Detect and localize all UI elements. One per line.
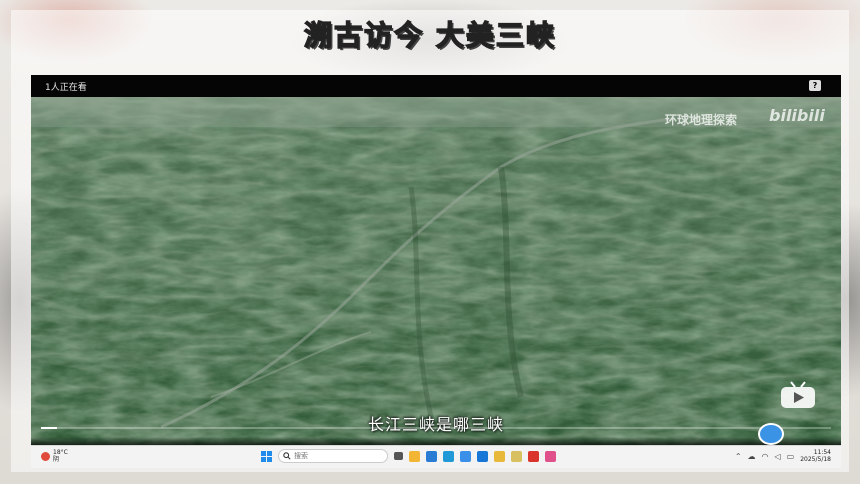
slide-title: 溯古访今 大美三峡 xyxy=(303,18,556,52)
app-icon-yellow[interactable] xyxy=(511,450,522,462)
system-tray: ⌃ ☁ ◠ ◁ ▭ 11:54 2025/5/18 xyxy=(735,449,831,463)
satellite-terrain-frame xyxy=(31,97,841,445)
app-icon-pink[interactable] xyxy=(545,450,556,462)
video-progress-bar[interactable] xyxy=(41,427,831,429)
weather-temperature: 18°C xyxy=(53,449,68,456)
weather-icon xyxy=(41,451,50,461)
weather-widget[interactable]: 18°C 阴 xyxy=(41,449,68,463)
windows-taskbar: 18°C 阴 ⌃ ☁ ◠ ◁ ▭ 11:54 2025/5/18 xyxy=(31,445,841,468)
task-view-icon[interactable] xyxy=(394,452,403,460)
video-player[interactable]: 1人正在看 ? 环球地理探索 bilibili 长江三峡是哪三峡 xyxy=(31,75,841,445)
video-subtitle: 长江三峡是哪三峡 xyxy=(367,415,504,434)
windows-start-icon[interactable] xyxy=(261,450,272,462)
battery-icon[interactable]: ▭ xyxy=(787,452,795,461)
tv-icon[interactable] xyxy=(779,380,817,410)
taskbar-search-input[interactable] xyxy=(294,452,374,460)
app-icon-blue[interactable] xyxy=(460,450,471,462)
video-progress-fill xyxy=(41,427,57,429)
chevron-up-icon[interactable]: ⌃ xyxy=(735,452,742,461)
file-explorer-icon[interactable] xyxy=(409,450,420,462)
cloud-icon[interactable]: ☁ xyxy=(748,452,756,461)
taskbar-center xyxy=(261,449,556,463)
help-icon[interactable]: ? xyxy=(809,80,821,91)
clock-date: 2025/5/18 xyxy=(800,456,831,463)
clock-time: 11:54 xyxy=(813,449,831,456)
photos-icon[interactable] xyxy=(426,450,437,462)
bilibili-logo: bilibili xyxy=(769,106,825,125)
taskbar-clock[interactable]: 11:54 2025/5/18 xyxy=(800,449,831,463)
weather-description: 阴 xyxy=(53,456,60,463)
app-icon-circle[interactable] xyxy=(477,450,488,462)
wps-icon[interactable] xyxy=(528,450,539,462)
pinned-apps xyxy=(409,450,556,462)
wifi-icon[interactable]: ◠ xyxy=(762,452,769,461)
volume-icon[interactable]: ◁ xyxy=(775,452,781,461)
video-control-bar xyxy=(31,437,841,445)
edge-icon[interactable] xyxy=(443,450,454,462)
viewer-count: 1人正在看 xyxy=(45,83,87,93)
floating-assistant-button[interactable] xyxy=(758,423,784,445)
taskbar-search[interactable] xyxy=(278,449,388,463)
channel-watermark: 环球地理探索 xyxy=(665,113,738,127)
search-icon xyxy=(283,452,291,460)
folder-icon[interactable] xyxy=(494,450,505,462)
video-top-bar: 1人正在看 ? xyxy=(31,75,841,97)
